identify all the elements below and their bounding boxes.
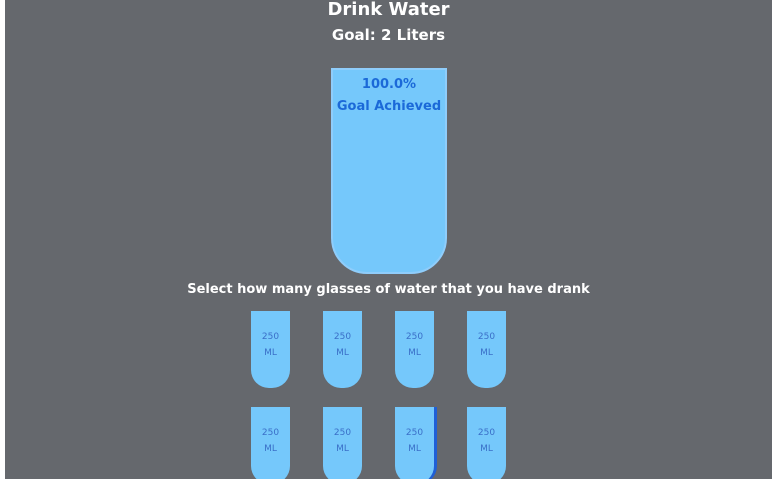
cup-unit: ML: [336, 348, 349, 358]
small-cup-2[interactable]: 250 ML: [323, 311, 362, 388]
cup-unit: ML: [408, 348, 421, 358]
goal-percentage: 100.0%: [361, 77, 417, 92]
cup-amount: 250: [261, 428, 280, 438]
cup-unit: ML: [480, 444, 493, 454]
small-cup-3[interactable]: 250 ML: [395, 311, 434, 388]
goal-cup: 100.0% Goal Achieved: [331, 68, 447, 274]
goal-status: Goal Achieved: [336, 99, 442, 114]
instruction-text: Select how many glasses of water that yo…: [187, 282, 590, 297]
cup-amount: 250: [333, 428, 352, 438]
cup-amount: 250: [477, 332, 496, 342]
cup-amount: 250: [333, 332, 352, 342]
cup-amount: 250: [477, 428, 496, 438]
small-cup-7[interactable]: 250 ML: [395, 407, 434, 479]
small-cup-4[interactable]: 250 ML: [467, 311, 506, 388]
cup-amount: 250: [405, 428, 424, 438]
small-cup-5[interactable]: 250 ML: [251, 407, 290, 479]
cup-amount: 250: [405, 332, 424, 342]
page-title: Drink Water: [327, 0, 450, 20]
goal-subtitle: Goal: 2 Liters: [331, 26, 446, 44]
cup-unit: ML: [264, 348, 277, 358]
cup-unit: ML: [480, 348, 493, 358]
cup-unit: ML: [408, 444, 421, 454]
cup-unit: ML: [264, 444, 277, 454]
small-cup-8[interactable]: 250 ML: [467, 407, 506, 479]
small-cup-6[interactable]: 250 ML: [323, 407, 362, 479]
small-cup-1[interactable]: 250 ML: [251, 311, 290, 388]
cup-unit: ML: [336, 444, 349, 454]
app-page: Drink Water Goal: 2 Liters 100.0% Goal A…: [5, 0, 772, 479]
cup-amount: 250: [261, 332, 280, 342]
